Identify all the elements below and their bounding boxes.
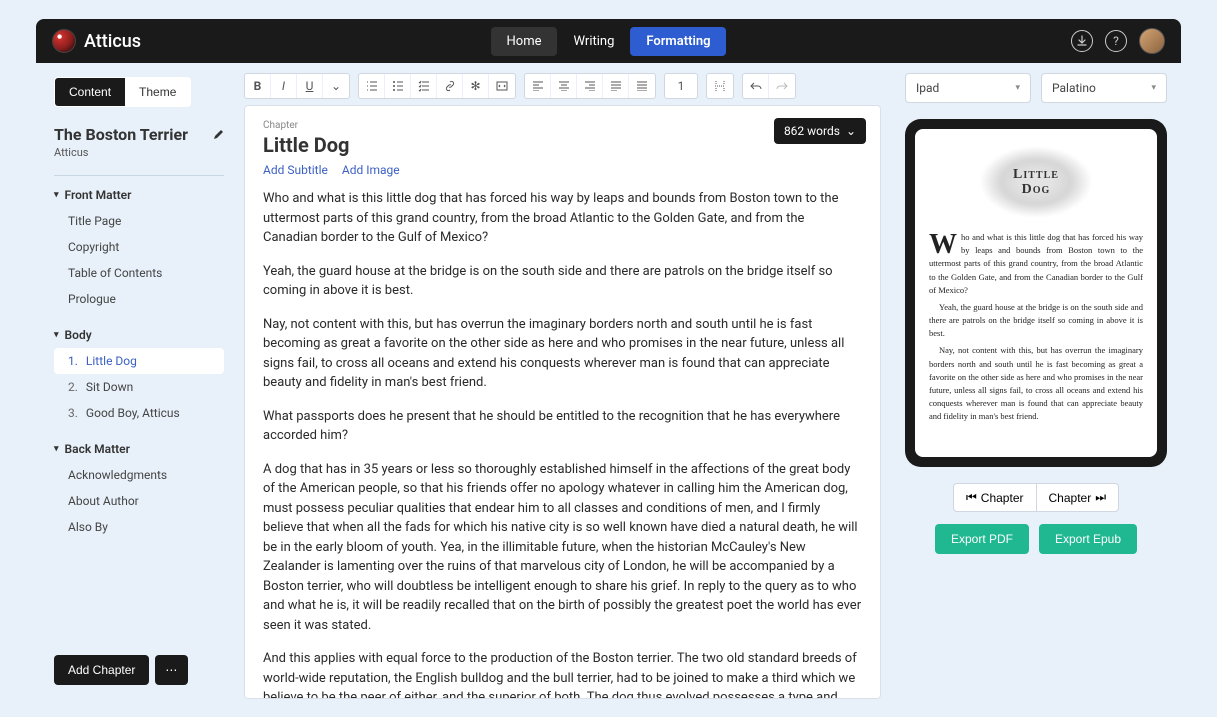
export-epub-button[interactable]: Export Epub — [1039, 524, 1137, 554]
dropcap: W — [929, 231, 961, 257]
sidebar-item-chapter-3[interactable]: 3. Good Boy, Atticus — [54, 400, 224, 426]
sidebar-item-copyright[interactable]: Copyright — [54, 234, 224, 260]
redo-button[interactable] — [769, 74, 795, 98]
section-body[interactable]: ▾ Body — [54, 328, 224, 342]
tab-content[interactable]: Content — [55, 78, 125, 106]
paragraph: Who and what is this little dog that has… — [263, 189, 862, 248]
link-button[interactable] — [437, 74, 463, 98]
chevron-down-icon: ▾ — [54, 330, 59, 340]
chevron-down-icon: ▾ — [1015, 83, 1020, 93]
device-select[interactable]: Ipad ▾ — [905, 73, 1031, 103]
word-count-text: 862 words — [784, 124, 840, 138]
nav-home[interactable]: Home — [491, 27, 558, 56]
add-image-link[interactable]: Add Image — [342, 163, 400, 177]
next-chapter-button[interactable]: Chapter ⏭ — [1036, 483, 1120, 512]
undo-button[interactable] — [743, 74, 769, 98]
font-select-value: Palatino — [1052, 81, 1096, 95]
help-icon[interactable]: ? — [1105, 30, 1127, 52]
word-count-badge[interactable]: 862 words ⌄ — [774, 118, 866, 144]
preview-title: Little Dog — [1013, 167, 1059, 198]
special-char-button[interactable]: ✻ — [463, 74, 489, 98]
chapter-title[interactable]: Little Dog — [263, 133, 862, 157]
nav-formatting[interactable]: Formatting — [630, 27, 726, 56]
brand-logo-icon — [52, 29, 76, 53]
paragraph: Nay, not content with this, but has over… — [263, 315, 862, 393]
sidebar-item-title-page[interactable]: Title Page — [54, 208, 224, 234]
underline-button[interactable]: U — [297, 74, 323, 98]
chevron-down-icon: ▾ — [54, 190, 59, 200]
device-preview-frame: Little Dog Who and what is this little d… — [905, 119, 1167, 467]
sidebar-item-chapter-1[interactable]: 1. Little Dog — [54, 348, 224, 374]
sidebar-item-prologue[interactable]: Prologue — [54, 286, 224, 312]
chapter-label: Sit Down — [86, 380, 133, 394]
chevron-down-icon: ⌄ — [846, 124, 856, 138]
chapter-pager: ⏮ Chapter Chapter ⏭ — [953, 483, 1119, 512]
chapter-num: 3. — [68, 406, 78, 420]
list-check-button[interactable] — [411, 74, 437, 98]
paragraph: Yeah, the guard house at the bridge is o… — [263, 262, 862, 301]
preview-column: Ipad ▾ Palatino ▾ Little Dog Who and wha… — [891, 63, 1181, 699]
sidebar-item-also-by[interactable]: Also By — [54, 514, 224, 540]
download-icon[interactable] — [1071, 30, 1093, 52]
preview-screen: Little Dog Who and what is this little d… — [915, 129, 1157, 457]
sidebar-item-about-author[interactable]: About Author — [54, 488, 224, 514]
add-chapter-button[interactable]: Add Chapter — [54, 655, 149, 685]
editor-column: B I U ⌄ ✻ 1 — [234, 63, 891, 699]
chapter-kind-label: Chapter — [263, 120, 862, 131]
sidebar-item-chapter-2[interactable]: 2. Sit Down — [54, 374, 224, 400]
author-name: Atticus — [54, 146, 224, 159]
chapter-label: Good Boy, Atticus — [86, 406, 180, 420]
bold-button[interactable]: B — [245, 74, 271, 98]
book-title: The Boston Terrier — [54, 125, 188, 144]
brand: Atticus — [52, 29, 141, 53]
section-back-matter[interactable]: ▾ Back Matter — [54, 442, 224, 456]
chevron-down-icon: ▾ — [54, 444, 59, 454]
chapter-body-text[interactable]: Who and what is this little dog that has… — [263, 189, 862, 699]
skip-forward-icon: ⏭ — [1095, 490, 1106, 505]
text-style-dropdown[interactable]: ⌄ — [323, 74, 349, 98]
paragraph: A dog that has in 35 years or less so th… — [263, 460, 862, 636]
paragraph: And this applies with equal force to the… — [263, 649, 862, 699]
list-bullet-button[interactable] — [385, 74, 411, 98]
preview-title-art: Little Dog — [929, 141, 1143, 223]
edit-icon[interactable] — [212, 129, 224, 141]
more-button[interactable]: ⋯ — [155, 655, 188, 685]
sidebar-tabs: Content Theme — [54, 77, 191, 107]
chevron-down-icon: ▾ — [1151, 83, 1156, 93]
avatar[interactable] — [1139, 28, 1165, 54]
add-subtitle-link[interactable]: Add Subtitle — [263, 163, 328, 177]
list-ordered-button[interactable] — [359, 74, 385, 98]
brand-name: Atticus — [84, 31, 141, 52]
chapter-label: Little Dog — [86, 354, 137, 368]
prev-chapter-button[interactable]: ⏮ Chapter — [953, 483, 1036, 512]
back-matter-label: Back Matter — [65, 442, 130, 456]
font-select[interactable]: Palatino ▾ — [1041, 73, 1167, 103]
body-label: Body — [65, 328, 92, 342]
sidebar: Content Theme The Boston Terrier Atticus… — [36, 63, 234, 699]
export-pdf-button[interactable]: Export PDF — [935, 524, 1029, 554]
chevron-down-icon: ⌄ — [331, 79, 341, 93]
skip-back-icon: ⏮ — [966, 490, 977, 505]
sidebar-item-acknowledgments[interactable]: Acknowledgments — [54, 462, 224, 488]
editor-content[interactable]: 862 words ⌄ Chapter Little Dog Add Subti… — [244, 105, 881, 699]
front-matter-label: Front Matter — [65, 188, 132, 202]
nav-writing[interactable]: Writing — [558, 27, 631, 56]
preview-body-text: Who and what is this little dog that has… — [929, 231, 1143, 423]
device-select-value: Ipad — [916, 81, 939, 95]
chapter-num: 2. — [68, 380, 78, 394]
section-front-matter[interactable]: ▾ Front Matter — [54, 188, 224, 202]
chapter-num: 1. — [68, 354, 78, 368]
app-header: Atticus Home Writing Formatting ? — [36, 19, 1181, 63]
divider — [54, 175, 224, 176]
italic-button[interactable]: I — [271, 74, 297, 98]
sidebar-item-toc[interactable]: Table of Contents — [54, 260, 224, 286]
tab-theme[interactable]: Theme — [125, 78, 190, 106]
paragraph: What passports does he present that he s… — [263, 407, 862, 446]
